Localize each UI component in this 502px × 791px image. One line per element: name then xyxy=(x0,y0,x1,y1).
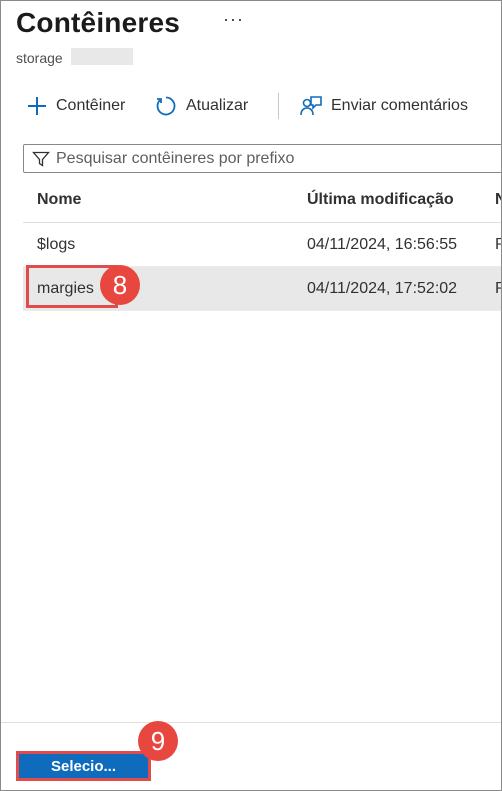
toolbar-divider xyxy=(278,93,279,119)
refresh-label: Atualizar xyxy=(186,97,249,114)
footer-divider xyxy=(1,722,501,723)
search-input[interactable] xyxy=(56,149,496,168)
column-header-truncated[interactable]: N xyxy=(495,178,501,222)
send-feedback-label: Enviar comentários xyxy=(331,97,468,114)
send-feedback-button[interactable]: Enviar comentários xyxy=(299,89,468,123)
redacted-storage-name xyxy=(71,48,133,65)
select-button[interactable]: Selecio... xyxy=(16,751,151,781)
container-name-link[interactable]: $logs xyxy=(37,223,287,266)
table-row[interactable]: $logs 04/11/2024, 16:56:55 P xyxy=(23,223,501,267)
add-container-label: Contêiner xyxy=(56,97,126,114)
containers-panel: Contêineres ··· storage Contêiner Atuali… xyxy=(0,0,502,791)
last-modified-value: 04/11/2024, 16:56:55 xyxy=(307,235,458,253)
table-header: Nome Última modificação N xyxy=(23,178,501,223)
feedback-icon xyxy=(299,94,323,118)
truncated-cell: P xyxy=(495,267,501,310)
step-badge-8: 8 xyxy=(100,265,140,305)
refresh-icon xyxy=(154,94,178,118)
page-title: Contêineres xyxy=(16,7,181,38)
storage-account-subtitle: storage xyxy=(16,50,63,66)
add-container-button[interactable]: Contêiner xyxy=(26,89,125,123)
filter-icon xyxy=(32,150,50,168)
search-box[interactable] xyxy=(23,144,501,173)
toolbar: Contêiner Atualizar Enviar comentários xyxy=(1,89,501,123)
column-header-name[interactable]: Nome xyxy=(37,178,287,222)
more-options-button[interactable]: ··· xyxy=(223,9,244,30)
column-header-last-modified[interactable]: Última modificação xyxy=(307,178,487,222)
plus-icon xyxy=(26,95,48,117)
last-modified-value: 04/11/2024, 17:52:02 xyxy=(307,279,458,297)
truncated-cell: P xyxy=(495,223,501,266)
step-badge-9: 9 xyxy=(138,721,178,761)
refresh-button[interactable]: Atualizar xyxy=(154,89,248,123)
